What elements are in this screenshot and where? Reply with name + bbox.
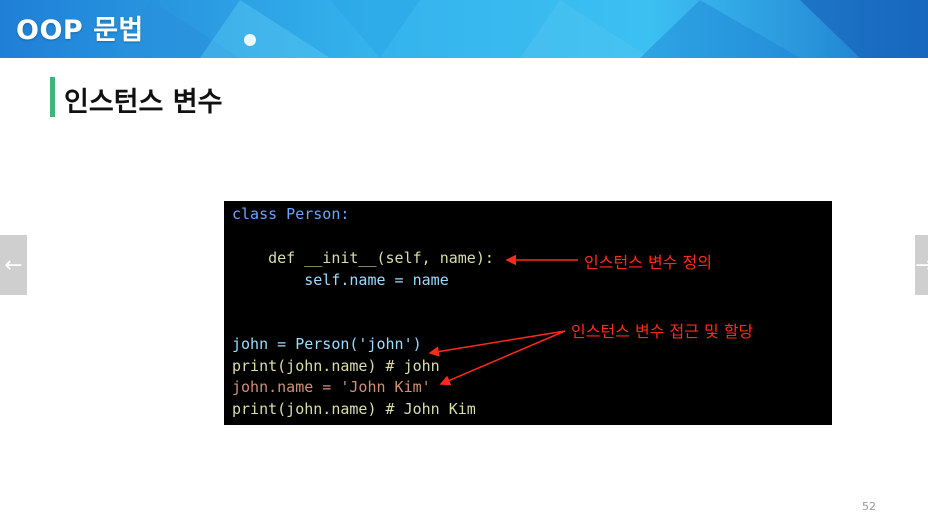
code-token: john = Person('john') — [232, 335, 422, 353]
code-line: john = Person('john') — [232, 335, 422, 353]
section-title: 인스턴스 변수 — [64, 87, 223, 118]
section-accent-bar — [50, 77, 55, 117]
access-annotation: 인스턴스 변수 접근 및 할당 — [571, 322, 754, 341]
header-banner: OOP 문법 — [0, 0, 928, 58]
code-block: class Person: def __init__(self, name): … — [224, 201, 832, 425]
code-token: john.name = 'John Kim' — [232, 378, 431, 396]
code-line: john.name = 'John Kim' — [232, 378, 431, 396]
code-token: self.name = name — [232, 271, 449, 289]
prev-slide-button[interactable]: ← — [0, 235, 27, 295]
code-token: class Person: — [232, 205, 350, 223]
code-token: print(john.name) # john — [232, 357, 440, 375]
next-slide-button[interactable]: → — [915, 235, 928, 295]
arrow-left-icon: ← — [4, 252, 23, 278]
arrow-right-icon: → — [915, 252, 928, 278]
code-token: def __init__(self, name): — [232, 249, 494, 267]
code-line: print(john.name) # john — [232, 357, 440, 375]
header-title: OOP 문법 — [16, 15, 144, 46]
code-token: print(john.name) # John Kim — [232, 400, 476, 418]
page-number: 52 — [862, 500, 876, 513]
definition-annotation: 인스턴스 변수 정의 — [584, 253, 712, 272]
code-line: class Person: — [232, 205, 349, 223]
code-line: self.name = name — [232, 271, 449, 289]
code-line: def __init__(self, name): — [232, 249, 494, 267]
code-line: print(john.name) # John Kim — [232, 400, 476, 418]
